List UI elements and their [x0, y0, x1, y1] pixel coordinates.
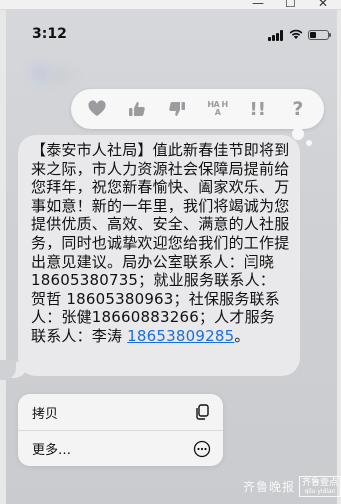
status-time: 3:12: [32, 26, 67, 42]
message-text: 【泰安市人社局】值此新春佳节即将到来之际，市人力资源社会保障局提前给您拜年，祝您…: [31, 141, 290, 345]
phone-number-link[interactable]: 18653809285: [127, 327, 234, 345]
copy-menu-item[interactable]: 拷贝: [18, 394, 223, 430]
message-end: 。: [234, 326, 250, 345]
heart-icon[interactable]: [82, 94, 112, 124]
question-label: ?: [292, 98, 304, 120]
wifi-icon: [289, 29, 303, 39]
watermark-logo: 齐鲁壹点 qilu yidian: [299, 476, 341, 497]
more-ellipsis-icon: [193, 440, 211, 458]
watermark-text: 齐鲁晚报: [243, 480, 296, 494]
question-icon[interactable]: ?: [283, 94, 313, 124]
blurred-nav-element: [52, 72, 72, 80]
exclamation-label: !!: [249, 98, 266, 120]
close-window-button[interactable]: ✕: [318, 0, 328, 10]
tapback-tail: [292, 128, 304, 140]
cellular-signal-icon: [268, 30, 284, 41]
watermark-logo-bottom: qilu yidian: [304, 488, 336, 495]
maximize-button[interactable]: ☐: [285, 0, 296, 10]
copy-label: 拷贝: [32, 406, 59, 422]
message-bubble[interactable]: 【泰安市人社局】值此新春佳节即将到来之际，市人力资源社会保障局提前给您拜年，祝您…: [18, 135, 300, 376]
watermark: 齐鲁晚报 齐鲁壹点 qilu yidian: [243, 476, 341, 497]
tapback-reaction-bar: HA HA !! ?: [71, 89, 324, 129]
watermark-logo-top: 齐鲁壹点: [302, 478, 339, 488]
window-titlebar: — ☐ ✕: [0, 0, 341, 10]
blurred-back-icon: [33, 66, 47, 80]
window-left-edge: [0, 10, 6, 504]
haha-icon[interactable]: HA HA: [203, 94, 233, 124]
battery-level: [310, 32, 316, 38]
more-menu-item[interactable]: 更多…: [18, 430, 223, 466]
exclamation-icon[interactable]: !!: [243, 94, 273, 124]
haha-label: HA HA: [207, 100, 228, 117]
thumbs-up-icon[interactable]: [122, 94, 152, 124]
copy-icon: [196, 404, 209, 420]
more-label: 更多…: [32, 443, 72, 458]
battery-icon: [308, 30, 331, 40]
minimize-button[interactable]: —: [252, 0, 264, 10]
thumbs-down-icon[interactable]: [162, 94, 192, 124]
context-menu: 拷贝 更多…: [18, 394, 223, 466]
tapback-tail-small: [306, 140, 312, 146]
window-right-edge: [337, 10, 341, 504]
